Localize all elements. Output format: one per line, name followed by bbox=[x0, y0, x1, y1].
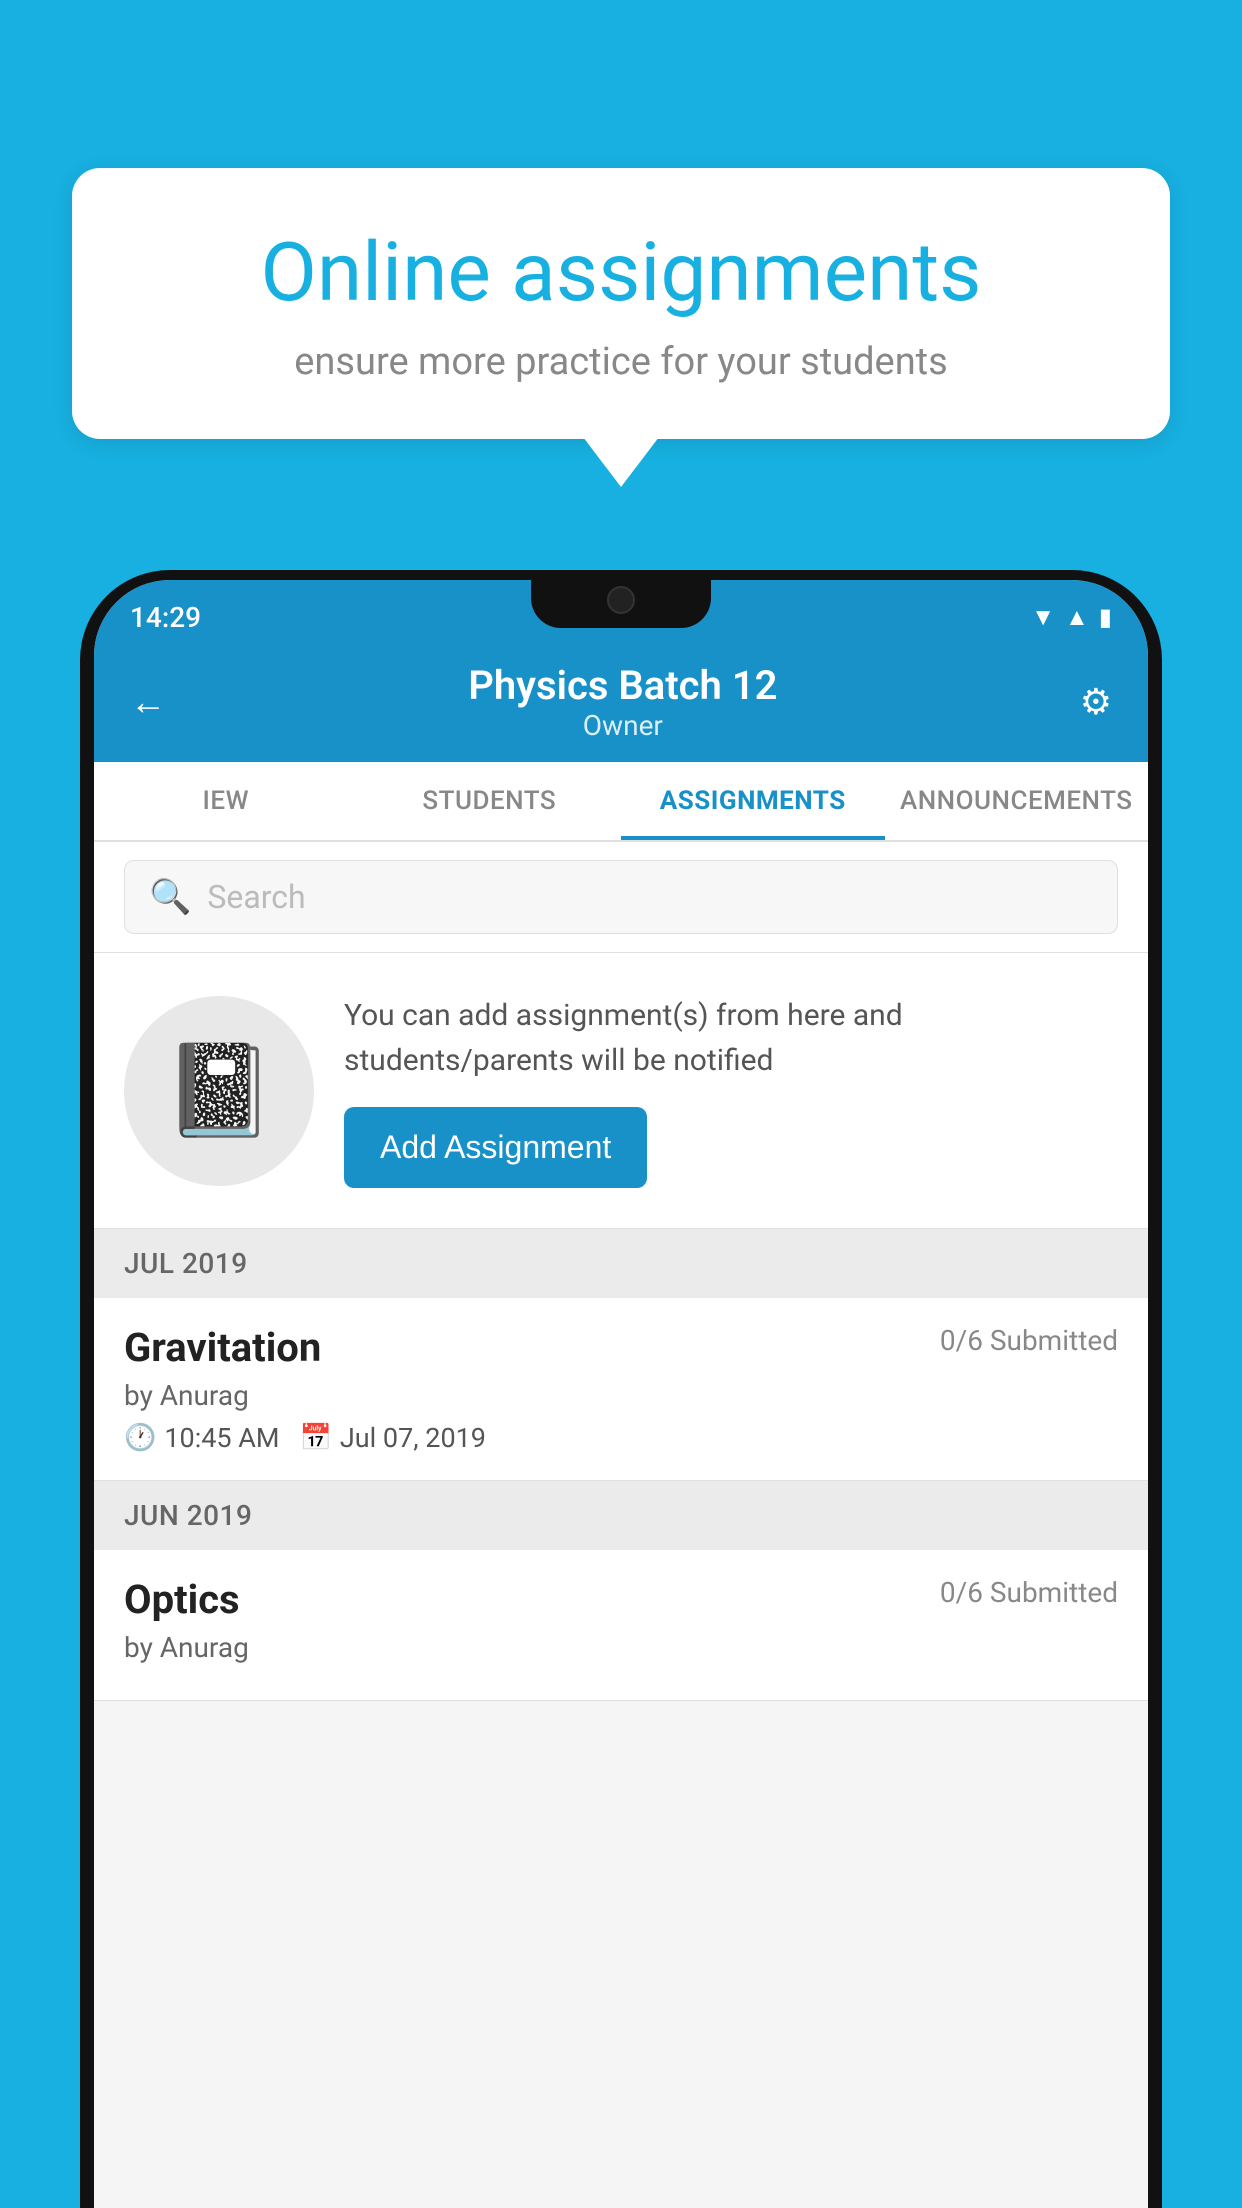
search-input-wrap[interactable]: 🔍 Search bbox=[124, 860, 1118, 934]
status-icons: ▼ ▲ ▮ bbox=[1031, 603, 1112, 632]
wifi-icon: ▼ bbox=[1031, 603, 1055, 632]
app-header: ← Physics Batch 12 Owner ⚙ bbox=[94, 644, 1148, 762]
status-time: 14:29 bbox=[130, 601, 201, 634]
bubble-subtitle: ensure more practice for your students bbox=[142, 340, 1100, 384]
tab-assignments[interactable]: ASSIGNMENTS bbox=[621, 762, 885, 840]
header-subtitle: Owner bbox=[468, 709, 777, 742]
assignment-submitted-optics: 0/6 Submitted bbox=[940, 1576, 1118, 1609]
tab-iew[interactable]: IEW bbox=[94, 762, 358, 840]
tab-students[interactable]: STUDENTS bbox=[358, 762, 622, 840]
promo-block: 📓 You can add assignment(s) from here an… bbox=[94, 953, 1148, 1229]
settings-icon[interactable]: ⚙ bbox=[1080, 681, 1112, 723]
search-placeholder: Search bbox=[207, 878, 305, 916]
meta-date: 📅 Jul 07, 2019 bbox=[300, 1422, 486, 1454]
assignment-item-gravitation[interactable]: Gravitation 0/6 Submitted by Anurag 🕐 10… bbox=[94, 1298, 1148, 1481]
bubble-title: Online assignments bbox=[142, 228, 1100, 318]
phone-frame: 14:29 ▼ ▲ ▮ ← Physics Batch 12 Owner ⚙ I… bbox=[80, 570, 1162, 2208]
assignment-meta: 🕐 10:45 AM 📅 Jul 07, 2019 bbox=[124, 1422, 1118, 1454]
section-header-jul: JUL 2019 bbox=[94, 1229, 1148, 1298]
assignment-top-row-optics: Optics 0/6 Submitted bbox=[124, 1576, 1118, 1623]
search-bar: 🔍 Search bbox=[94, 842, 1148, 953]
assignment-by-optics: by Anurag bbox=[124, 1631, 1118, 1664]
promo-description: You can add assignment(s) from here and … bbox=[344, 993, 1118, 1083]
speech-bubble: Online assignments ensure more practice … bbox=[72, 168, 1170, 439]
section-header-jun: JUN 2019 bbox=[94, 1481, 1148, 1550]
back-button[interactable]: ← bbox=[130, 681, 166, 723]
assignment-by: by Anurag bbox=[124, 1379, 1118, 1412]
clock-icon: 🕐 bbox=[124, 1423, 156, 1453]
header-center: Physics Batch 12 Owner bbox=[468, 662, 777, 742]
search-icon: 🔍 bbox=[149, 877, 191, 917]
assignment-item-optics[interactable]: Optics 0/6 Submitted by Anurag bbox=[94, 1550, 1148, 1701]
signal-icon: ▲ bbox=[1065, 603, 1089, 632]
promo-icon-circle: 📓 bbox=[124, 996, 314, 1186]
assignment-name: Gravitation bbox=[124, 1324, 321, 1371]
header-title: Physics Batch 12 bbox=[468, 662, 777, 709]
phone-notch bbox=[531, 570, 711, 628]
battery-icon: ▮ bbox=[1099, 603, 1112, 631]
phone-screen: 14:29 ▼ ▲ ▮ ← Physics Batch 12 Owner ⚙ I… bbox=[94, 580, 1148, 2208]
tab-announcements[interactable]: ANNOUNCEMENTS bbox=[885, 762, 1149, 840]
assignment-date: Jul 07, 2019 bbox=[340, 1422, 486, 1454]
promo-text-area: You can add assignment(s) from here and … bbox=[344, 993, 1118, 1188]
meta-time: 🕐 10:45 AM bbox=[124, 1422, 280, 1454]
assignment-time: 10:45 AM bbox=[164, 1422, 279, 1454]
notebook-icon: 📓 bbox=[163, 1038, 275, 1143]
add-assignment-button[interactable]: Add Assignment bbox=[344, 1107, 647, 1188]
assignment-submitted: 0/6 Submitted bbox=[940, 1324, 1118, 1357]
calendar-icon: 📅 bbox=[300, 1423, 332, 1453]
assignment-name-optics: Optics bbox=[124, 1576, 240, 1623]
assignment-top-row: Gravitation 0/6 Submitted bbox=[124, 1324, 1118, 1371]
tabs-bar: IEW STUDENTS ASSIGNMENTS ANNOUNCEMENTS bbox=[94, 762, 1148, 842]
phone-camera bbox=[607, 586, 635, 614]
